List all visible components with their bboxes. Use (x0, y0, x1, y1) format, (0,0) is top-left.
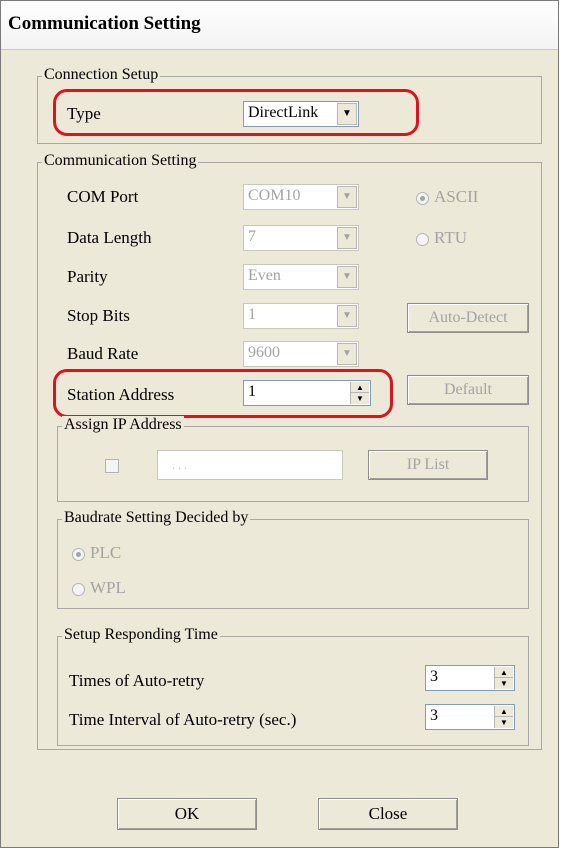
data-length-value: 7 (248, 228, 256, 245)
retry-value: 3 (430, 668, 438, 685)
spin-up-icon[interactable]: ▲ (495, 667, 513, 678)
com-port-label: COM Port (67, 187, 139, 206)
retry-label: Times of Auto-retry (69, 671, 205, 690)
communication-setting-dialog: Communication Setting Connection Setup T… (0, 0, 559, 848)
ascii-label: ASCII (434, 187, 479, 206)
plc-label: PLC (90, 543, 122, 562)
interval-value: 3 (430, 707, 438, 724)
ip-address-input[interactable]: . . . (157, 450, 343, 480)
com-port-select[interactable]: COM10 ▼ (243, 184, 359, 210)
connection-setup-legend: Connection Setup (42, 66, 161, 84)
stop-bits-value: 1 (248, 306, 256, 323)
parity-value: Even (248, 267, 281, 284)
baud-rate-value: 9600 (248, 344, 280, 361)
wpl-label: WPL (90, 578, 126, 597)
type-highlight (53, 89, 419, 136)
wpl-radio[interactable] (72, 583, 85, 596)
data-length-label: Data Length (67, 228, 152, 247)
spin-down-icon[interactable]: ▼ (495, 717, 513, 728)
station-address-highlight (53, 369, 393, 418)
ascii-radio[interactable] (416, 192, 429, 205)
interval-input[interactable]: 3 ▲ ▼ (425, 704, 515, 730)
retry-input[interactable]: 3 ▲ ▼ (425, 665, 515, 691)
spin-buttons[interactable]: ▲ ▼ (494, 706, 513, 728)
dialog-title: Communication Setting (8, 13, 201, 34)
auto-detect-button[interactable]: Auto-Detect (407, 303, 529, 333)
chevron-down-icon[interactable]: ▼ (337, 266, 357, 288)
spin-down-icon[interactable]: ▼ (495, 678, 513, 689)
default-button[interactable]: Default (407, 375, 529, 405)
stop-bits-label: Stop Bits (67, 306, 130, 325)
rtu-label: RTU (434, 228, 467, 247)
responding-time-legend: Setup Responding Time (62, 626, 220, 644)
ok-button[interactable]: OK (117, 798, 257, 830)
chevron-down-icon[interactable]: ▼ (337, 227, 357, 249)
interval-label: Time Interval of Auto-retry (sec.) (69, 710, 297, 729)
parity-select[interactable]: Even ▼ (243, 264, 359, 290)
close-button[interactable]: Close (318, 798, 458, 830)
rtu-radio[interactable] (416, 233, 429, 246)
data-length-select[interactable]: 7 ▼ (243, 225, 359, 251)
spin-up-icon[interactable]: ▲ (495, 706, 513, 717)
assign-ip-legend: Assign IP Address (62, 416, 184, 434)
baud-rate-select[interactable]: 9600 ▼ (243, 341, 359, 367)
plc-radio[interactable] (72, 548, 85, 561)
baudrate-decided-group: Baudrate Setting Decided by (57, 509, 529, 609)
title-bar: Communication Setting (1, 1, 558, 50)
ip-list-button[interactable]: IP List (368, 450, 488, 480)
parity-label: Parity (67, 267, 108, 286)
assign-ip-checkbox[interactable] (105, 459, 119, 473)
com-port-value: COM10 (248, 187, 301, 204)
chevron-down-icon[interactable]: ▼ (337, 305, 357, 327)
chevron-down-icon[interactable]: ▼ (337, 186, 357, 208)
communication-setting-legend: Communication Setting (42, 152, 199, 170)
baud-rate-label: Baud Rate (67, 344, 139, 363)
spin-buttons[interactable]: ▲ ▼ (494, 667, 513, 689)
baudrate-decided-legend: Baudrate Setting Decided by (62, 509, 251, 527)
chevron-down-icon[interactable]: ▼ (337, 343, 357, 365)
stop-bits-select[interactable]: 1 ▼ (243, 303, 359, 329)
